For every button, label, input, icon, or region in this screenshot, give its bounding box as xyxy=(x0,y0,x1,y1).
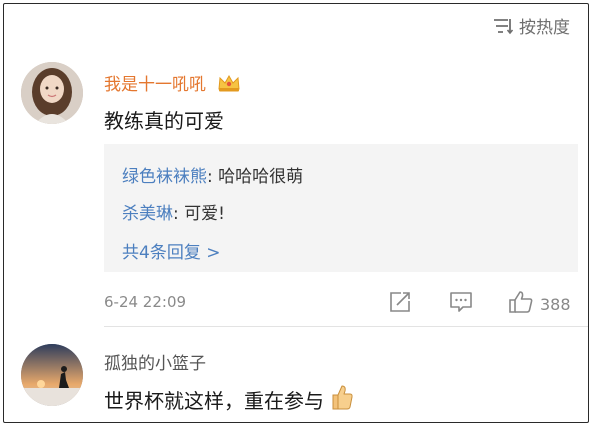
reply-author[interactable]: 绿色袜袜熊 xyxy=(122,167,207,187)
reply-separator: : xyxy=(207,167,219,187)
comment-username[interactable]: 我是十一吼吼 xyxy=(104,70,241,98)
reply-item: 绿色袜袜熊: 哈哈哈很萌 xyxy=(122,162,303,187)
reply-author[interactable]: 杀美琳 xyxy=(122,204,173,224)
comment-username[interactable]: 孤独的小篮子 xyxy=(104,349,206,374)
comment-divider xyxy=(104,326,588,327)
thumbs-up-icon xyxy=(508,290,534,318)
reply-text: 可爱! xyxy=(184,204,225,224)
like-button[interactable]: 388 xyxy=(508,290,571,318)
sort-label: 按热度 xyxy=(519,18,570,38)
comment-panel: 按热度 我是十一吼吼 教练真的可爱 绿色袜袜熊: 哈哈哈很萌 杀美琳: 可爱! … xyxy=(3,3,589,423)
reply-text: 哈哈哈很萌 xyxy=(218,167,304,187)
comment-icon xyxy=(449,290,473,318)
comment-timestamp: 6-24 22:09 xyxy=(104,293,187,311)
view-all-replies-link[interactable]: 共4条回复 > xyxy=(122,238,220,263)
share-button[interactable] xyxy=(388,290,412,318)
crown-badge-icon xyxy=(217,73,241,98)
reply-separator: : xyxy=(173,204,185,224)
avatar[interactable] xyxy=(21,62,83,124)
comment-button[interactable] xyxy=(449,290,473,318)
reply-preview-box[interactable]: 绿色袜袜熊: 哈哈哈很萌 杀美琳: 可爱! 共4条回复 > xyxy=(104,144,578,272)
comment-body: 教练真的可爱 xyxy=(104,109,224,133)
avatar[interactable] xyxy=(21,344,83,406)
edit-share-icon xyxy=(388,290,412,318)
thumbs-up-emoji-icon xyxy=(330,383,354,416)
like-count: 388 xyxy=(540,294,571,314)
comment-body-text: 世界杯就这样，重在参与 xyxy=(104,389,324,413)
sort-by-hot-button[interactable]: 按热度 xyxy=(493,13,570,38)
comment-body: 世界杯就这样，重在参与 xyxy=(104,383,354,416)
reply-item: 杀美琳: 可爱! xyxy=(122,199,225,224)
username-text: 我是十一吼吼 xyxy=(104,75,206,95)
sort-lines-icon xyxy=(493,17,513,35)
